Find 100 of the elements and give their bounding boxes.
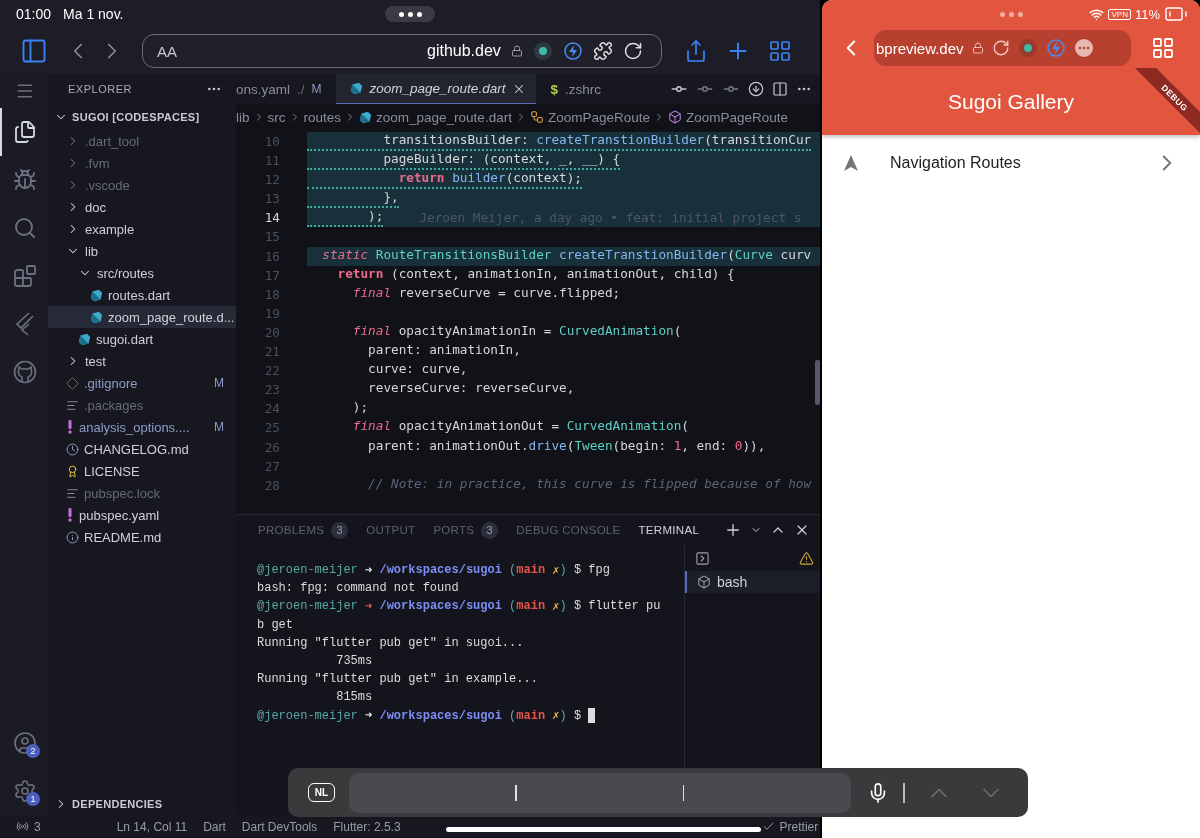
- dart-file-icon: [359, 110, 373, 124]
- line-number: 16: [263, 247, 280, 266]
- dart-file-icon: [78, 332, 91, 346]
- terminal-line: @jeroen-meijer ➜ /workspaces/sugoi (main ✗) $: [257, 706, 663, 725]
- status-item[interactable]: Flutter: 2.5.3: [333, 819, 401, 834]
- exclamation-icon: [66, 508, 74, 522]
- address-bar[interactable]: AA github.dev: [142, 34, 662, 68]
- modified-label: M: [311, 82, 322, 96]
- status-item[interactable]: Prettier: [761, 819, 819, 834]
- breadcrumb[interactable]: lib: [236, 109, 250, 125]
- tree-item[interactable]: pubspec.yaml: [48, 504, 236, 526]
- clock-icon: [66, 442, 79, 456]
- panel-tab[interactable]: PROBLEMS 3: [258, 521, 349, 539]
- extensions-icon[interactable]: [13, 264, 37, 288]
- diamond-icon: [66, 376, 79, 390]
- status-item[interactable]: Dart DevTools: [241, 819, 318, 834]
- tree-item[interactable]: lib: [48, 240, 236, 262]
- dart-file-icon: [90, 310, 103, 324]
- double-chevron-icon[interactable]: [14, 312, 36, 336]
- line-number: 26: [263, 438, 280, 457]
- tree-item[interactable]: .gitignore M: [48, 372, 236, 394]
- tree-item[interactable]: test: [48, 350, 236, 372]
- files-icon[interactable]: [13, 120, 37, 144]
- extension-icon[interactable]: [1017, 38, 1038, 58]
- editor-tab[interactable]: ons.yaml ./ M: [236, 74, 336, 104]
- tree-item[interactable]: routes.dart: [48, 284, 236, 306]
- lines-icon: [66, 398, 79, 412]
- bug-icon[interactable]: [13, 168, 37, 192]
- list-item[interactable]: Navigation Routes: [822, 135, 1200, 191]
- cat-circle-icon[interactable]: [13, 360, 37, 384]
- status-item[interactable]: Dart: [203, 819, 226, 834]
- info-icon: [66, 530, 79, 544]
- split-editor-icon[interactable]: [772, 81, 788, 97]
- tree-item[interactable]: analysis_options.... M: [48, 416, 236, 438]
- terminal-line: @jeroen-meijer ➜ /workspaces/sugoi (main ✗) $ flutter pu: [257, 598, 662, 616]
- extension-icon[interactable]: [532, 41, 553, 61]
- line-number: 17: [263, 266, 280, 285]
- new-terminal-icon[interactable]: [724, 521, 742, 539]
- line-number: 21: [263, 343, 280, 362]
- warning-icon: [799, 550, 814, 566]
- address-bar[interactable]: bpreview.dev: [874, 30, 1131, 66]
- tree-item[interactable]: CHANGELOG.md: [48, 438, 236, 460]
- terminal-session[interactable]: bash: [685, 571, 820, 593]
- status-item[interactable]: 3: [16, 819, 41, 834]
- section-title[interactable]: DEPENDENCIES: [72, 798, 163, 810]
- code-line: return (context, animationIn, animationOut, child) {: [336, 265, 735, 283]
- accounts-button[interactable]: 2: [0, 719, 48, 767]
- code-line: reverseCurve: reverseCurve,: [367, 380, 575, 398]
- suggestion-field[interactable]: [349, 772, 851, 813]
- terminal-line: 735ms: [335, 653, 374, 671]
- puzzle-icon[interactable]: [592, 41, 613, 61]
- line-number: 22: [263, 362, 280, 381]
- wifi-icon: [1089, 6, 1105, 22]
- breadcrumb[interactable]: ZoomPageRoute: [667, 109, 788, 125]
- code-line: final opacityAnimationOut = CurvedAnimation(: [351, 418, 689, 436]
- dart-file-icon: [90, 288, 103, 302]
- line-number: 18: [263, 285, 280, 304]
- language-button[interactable]: NL: [308, 783, 335, 802]
- lines-icon: [66, 486, 79, 500]
- menu-icon[interactable]: [15, 81, 35, 101]
- tree-item[interactable]: zoom_page_route.d...: [48, 306, 236, 328]
- search-icon[interactable]: [13, 216, 37, 240]
- account-icon[interactable]: [13, 731, 37, 755]
- domain-text: bpreview.dev: [876, 39, 964, 57]
- panel-tab[interactable]: TERMINAL: [638, 524, 700, 536]
- vpn-badge: VPN: [1108, 8, 1131, 20]
- editor-tab[interactable]: $ .zshrc: [536, 74, 615, 104]
- tree-item[interactable]: example: [48, 218, 236, 240]
- line-number: 15: [263, 228, 280, 247]
- breadcrumb[interactable]: zoom_page_route.dart: [359, 109, 512, 125]
- section-title[interactable]: SUGOI [CODESPACES]: [72, 111, 200, 123]
- line-number: 25: [263, 419, 280, 438]
- reload-icon[interactable]: [622, 41, 643, 61]
- multitasking-handle[interactable]: [385, 6, 435, 22]
- settings-icon[interactable]: [13, 779, 37, 803]
- code-line: curve: curve,: [367, 361, 468, 379]
- tree-item[interactable]: LICENSE: [48, 460, 236, 482]
- modified-label: M: [214, 420, 224, 434]
- tabs-icon[interactable]: [1151, 36, 1175, 60]
- editor-tab[interactable]: zoom_page_route.dart: [335, 74, 537, 104]
- terminal-icon[interactable]: [695, 550, 710, 566]
- tree-item[interactable]: sugoi.dart: [48, 328, 236, 350]
- check-icon: [761, 820, 775, 833]
- code-line: parent: animationOut.drive(Tween(begin: 1, end: 0)),: [367, 437, 766, 455]
- breadcrumb[interactable]: src: [267, 109, 286, 125]
- tree-item[interactable]: README.md: [48, 526, 236, 548]
- tab-path: ./: [297, 81, 305, 97]
- breadcrumb[interactable]: ZoomPageRoute: [529, 109, 650, 125]
- tree-item[interactable]: src/routes: [48, 262, 236, 284]
- count-badge: 2: [26, 744, 40, 758]
- dollar-glyph: $: [550, 81, 558, 97]
- text-size-button[interactable]: AA: [157, 42, 387, 60]
- tree-item[interactable]: doc: [48, 196, 236, 218]
- lightning-icon[interactable]: [562, 41, 583, 61]
- status-item[interactable]: Ln 14, Col 11: [116, 819, 188, 834]
- lock-icon: [510, 45, 523, 57]
- panel-tab[interactable]: PORTS 3: [433, 521, 499, 539]
- scrollbar-thumb[interactable]: [815, 360, 820, 405]
- breadcrumb[interactable]: routes: [303, 109, 342, 125]
- settings-button[interactable]: 1: [0, 767, 48, 815]
